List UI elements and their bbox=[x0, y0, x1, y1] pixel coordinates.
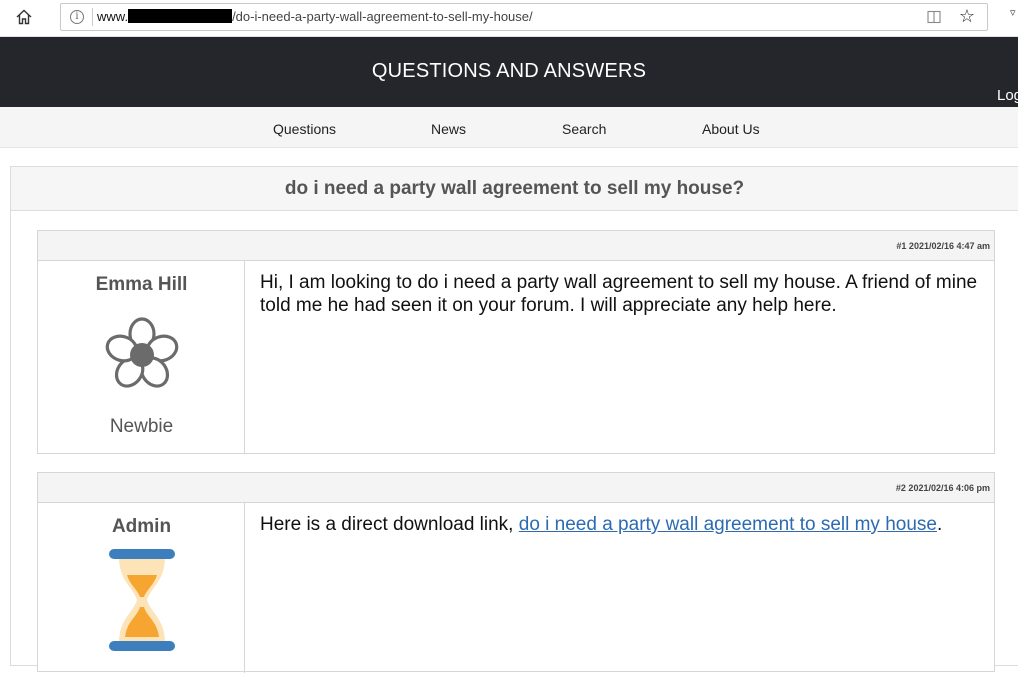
hourglass-icon bbox=[109, 549, 175, 651]
nav-search[interactable]: Search bbox=[562, 121, 606, 137]
login-link[interactable]: Log bbox=[997, 87, 1018, 104]
download-link[interactable]: do i need a party wall agreement to sell… bbox=[519, 514, 937, 535]
url-path: /do-i-need-a-party-wall-agreement-to-sel… bbox=[232, 9, 533, 24]
author-panel: Admin bbox=[38, 503, 245, 673]
post-header: #1 2021/02/16 4:47 am bbox=[38, 231, 994, 261]
topic-title: do i need a party wall agreement to sell… bbox=[10, 166, 1018, 211]
post-meta[interactable]: #1 2021/02/16 4:47 am bbox=[896, 241, 990, 251]
more-menu-icon[interactable]: ▿ bbox=[1010, 6, 1016, 19]
address-separator bbox=[92, 8, 93, 26]
author-panel: Emma Hill Newbie bbox=[38, 261, 245, 453]
post-2: #2 2021/02/16 4:06 pm Admin Here is a di… bbox=[37, 472, 995, 673]
url-host: www. bbox=[97, 9, 129, 24]
author-name[interactable]: Emma Hill bbox=[38, 274, 245, 296]
post-text-prefix: Here is a direct download link, bbox=[260, 514, 519, 535]
post-text-suffix: . bbox=[936, 514, 943, 535]
post-header: #2 2021/02/16 4:06 pm bbox=[38, 473, 994, 503]
post-1: #1 2021/02/16 4:47 am Emma Hill Newbie H… bbox=[37, 230, 995, 454]
nav-news[interactable]: News bbox=[431, 121, 466, 137]
nav-questions[interactable]: Questions bbox=[273, 121, 336, 137]
site-header: QUESTIONS AND ANSWERS Log bbox=[0, 37, 1018, 107]
nav-about-us[interactable]: About Us bbox=[702, 121, 760, 137]
flower-icon bbox=[105, 317, 179, 388]
author-name[interactable]: Admin bbox=[38, 516, 245, 538]
post-text: Here is a direct download link, do i nee… bbox=[260, 513, 985, 536]
url-text[interactable]: www. /do-i-need-a-party-wall-agreement-to… bbox=[97, 9, 533, 24]
home-icon[interactable] bbox=[14, 7, 34, 27]
post-body: Admin Here is a direct download link, do… bbox=[38, 503, 994, 673]
redacted-domain bbox=[128, 9, 233, 23]
info-icon[interactable]: i bbox=[70, 10, 84, 24]
main-nav: Questions News Search About Us bbox=[0, 107, 1018, 148]
address-bar[interactable]: i www. /do-i-need-a-party-wall-agreement-… bbox=[60, 3, 988, 31]
site-title[interactable]: QUESTIONS AND ANSWERS bbox=[0, 60, 1018, 83]
post-body: Emma Hill Newbie Hi, I am looking to do … bbox=[38, 261, 994, 453]
post-text: Hi, I am looking to do i need a party wa… bbox=[260, 272, 978, 316]
author-rank: Newbie bbox=[109, 416, 174, 437]
favorite-star-icon[interactable]: ☆ bbox=[959, 6, 975, 26]
browser-toolbar: i www. /do-i-need-a-party-wall-agreement-… bbox=[0, 0, 1018, 37]
post-meta[interactable]: #2 2021/02/16 4:06 pm bbox=[896, 483, 990, 493]
reader-view-icon[interactable] bbox=[927, 10, 941, 24]
